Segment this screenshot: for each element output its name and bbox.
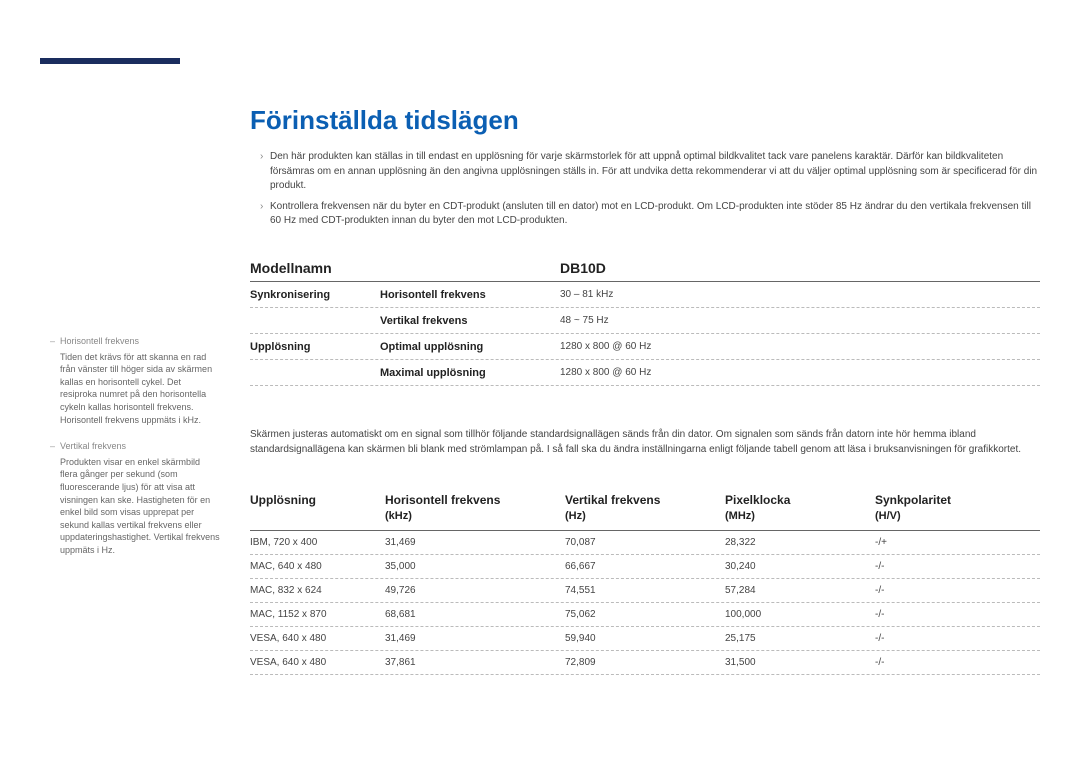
sidebar: Horisontell frekvens Tiden det krävs för…: [60, 335, 220, 571]
spec-value: 1280 x 800 @ 60 Hz: [560, 341, 1040, 352]
table-row: VESA, 640 x 480 37,861 72,809 31,500 -/-: [250, 651, 1040, 675]
table-row: VESA, 640 x 480 31,469 59,940 25,175 -/-: [250, 627, 1040, 651]
sidebar-title: Vertikal frekvens: [60, 440, 220, 453]
spec-value: 1280 x 800 @ 60 Hz: [560, 367, 1040, 378]
table-row: MAC, 640 x 480 35,000 66,667 30,240 -/-: [250, 555, 1040, 579]
spec-table: Modellnamn DB10D Synkronisering Horisont…: [250, 254, 1040, 386]
page-title: Förinställda tidslägen: [250, 105, 519, 136]
spec-sublabel: Maximal upplösning: [380, 367, 560, 379]
sidebar-body: Tiden det krävs för att skanna en rad fr…: [60, 351, 220, 427]
th-polarity: Synkpolaritet (H/V): [875, 492, 1040, 524]
th-hfreq: Horisontell frekvens (kHz): [385, 492, 565, 524]
note-text: Den här produkten kan ställas in till en…: [270, 150, 1040, 194]
table-row: IBM, 720 x 400 31,469 70,087 28,322 -/+: [250, 531, 1040, 555]
notes: › Den här produkten kan ställas in till …: [260, 150, 1040, 235]
spec-sublabel: Horisontell frekvens: [380, 289, 560, 301]
spec-model-label: Modellnamn: [250, 260, 380, 276]
spec-label: Synkronisering: [250, 289, 380, 301]
table-row: MAC, 832 x 624 49,726 74,551 57,284 -/-: [250, 579, 1040, 603]
spec-value: 48 ~ 75 Hz: [560, 315, 1040, 326]
th-resolution: Upplösning: [250, 492, 385, 509]
spec-model-value: DB10D: [560, 260, 1040, 276]
spec-value: 30 – 81 kHz: [560, 289, 1040, 300]
spec-sublabel: Optimal upplösning: [380, 341, 560, 353]
table-row: MAC, 1152 x 870 68,681 75,062 100,000 -/…: [250, 603, 1040, 627]
spec-label: Upplösning: [250, 341, 380, 353]
header-bar: [40, 58, 180, 64]
th-vfreq: Vertikal frekvens (Hz): [565, 492, 725, 524]
th-pixelclock: Pixelklocka (MHz): [725, 492, 875, 524]
sidebar-body: Produkten visar en enkel skärmbild flera…: [60, 456, 220, 557]
note-text: Kontrollera frekvensen när du byter en C…: [270, 200, 1040, 229]
bullet-icon: ›: [260, 200, 270, 229]
sidebar-title: Horisontell frekvens: [60, 335, 220, 348]
description: Skärmen justeras automatiskt om en signa…: [250, 428, 1040, 457]
bullet-icon: ›: [260, 150, 270, 194]
timing-table: Upplösning Horisontell frekvens (kHz) Ve…: [250, 486, 1040, 675]
spec-sublabel: Vertikal frekvens: [380, 315, 560, 327]
